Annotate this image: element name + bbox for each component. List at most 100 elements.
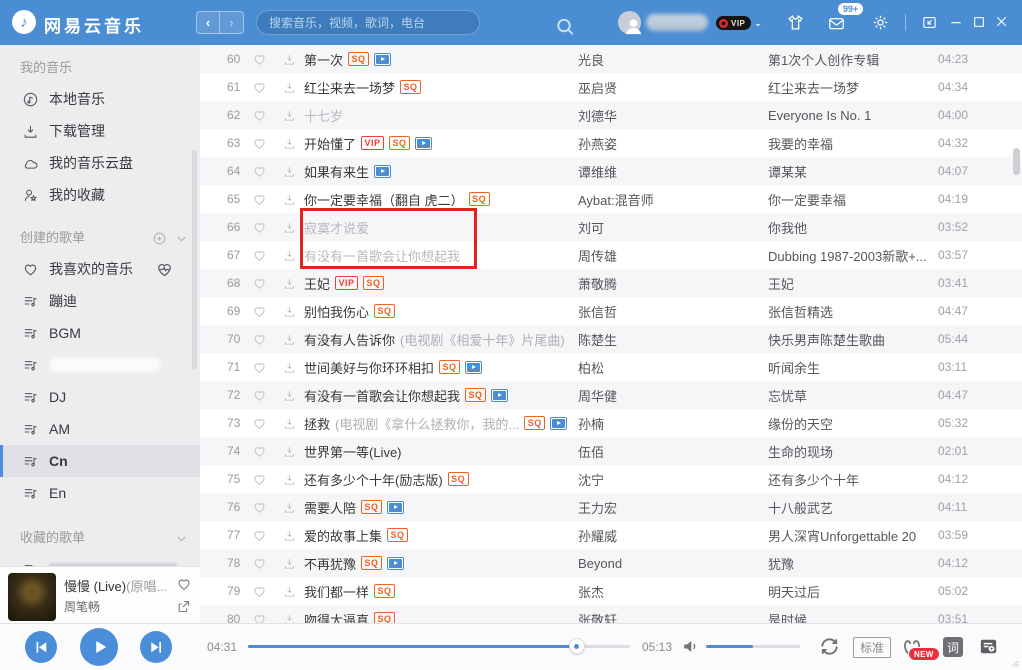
song-row-68[interactable]: 68王妃VIPSQ萧敬腾王妃03:41 [200,269,1022,297]
song-album[interactable]: 生命的现场 [768,442,938,461]
minimize-icon[interactable] [948,14,964,30]
download-icon[interactable] [282,136,297,151]
like-cell[interactable] [244,276,274,291]
like-cell[interactable] [244,584,274,599]
previous-button[interactable] [25,631,57,663]
playlist-item-partial[interactable] [0,553,200,566]
song-row-80[interactable]: 80吻得太逼真SQ张敬轩是时候03:51 [200,605,1022,623]
download-cell[interactable] [274,332,304,347]
like-cell[interactable] [244,220,274,235]
song-artist[interactable]: 刘德华 [578,106,768,125]
song-album[interactable]: 忘忧草 [768,386,938,405]
song-artist[interactable]: 张杰 [578,582,768,601]
song-row-61[interactable]: 61红尘来去一场梦SQ巫启贤红尘来去一场梦04:34 [200,73,1022,101]
like-cell[interactable] [244,332,274,347]
download-cell[interactable] [274,528,304,543]
song-artist[interactable]: 伍佰 [578,442,768,461]
like-icon[interactable] [252,360,267,375]
download-cell[interactable] [274,472,304,487]
mv-badge[interactable] [491,389,508,402]
like-icon[interactable] [252,612,267,624]
like-icon[interactable] [252,304,267,319]
like-icon[interactable] [252,416,267,431]
like-icon[interactable] [252,584,267,599]
progress-bar[interactable] [248,645,630,648]
lyrics-button[interactable]: 词 [943,637,963,657]
song-album[interactable]: 男人深宵Unforgettable 20 [768,526,938,545]
now-playing-panel[interactable]: 慢慢 (Live) (原唱... 周笔畅 [0,566,200,623]
song-row-71[interactable]: 71世间美好与你环环相扣SQ柏松听闻余生03:11 [200,353,1022,381]
sidebar-item-download-manage[interactable]: 下载管理 [0,115,200,147]
song-album[interactable]: 张信哲精选 [768,302,938,321]
like-cell[interactable] [244,556,274,571]
song-row-74[interactable]: 74世界第一等(Live)伍佰生命的现场02:01 [200,437,1022,465]
like-icon[interactable] [252,332,267,347]
download-icon[interactable] [282,276,297,291]
play-queue-icon[interactable] [977,635,1000,658]
song-album[interactable]: 听闻余生 [768,358,938,377]
song-row-62[interactable]: 62十七岁刘德华Everyone Is No. 104:00 [200,101,1022,129]
song-row-70[interactable]: 70有没有人告诉你 (电视剧《相爱十年》片尾曲)陈楚生快乐男声陈楚生歌曲05:4… [200,325,1022,353]
volume-slider[interactable] [706,645,800,648]
search-input[interactable] [269,16,454,30]
sidebar-item-cloud-disk[interactable]: 我的音乐云盘 [0,147,200,179]
download-cell[interactable] [274,220,304,235]
like-icon[interactable] [252,164,267,179]
song-row-65[interactable]: 65你一定要幸福（翻自 虎二）SQAybat:混音师你一定要幸福04:19 [200,185,1022,213]
song-row-76[interactable]: 76需要人陪SQ王力宏十八般武艺04:11 [200,493,1022,521]
download-icon[interactable] [282,360,297,375]
song-album[interactable]: 是时候 [768,610,938,624]
download-cell[interactable] [274,136,304,151]
resize-grip[interactable] [1006,654,1020,668]
download-cell[interactable] [274,612,304,624]
add-playlist-icon[interactable] [152,231,167,246]
download-icon[interactable] [282,164,297,179]
like-icon[interactable] [252,556,267,571]
caret-down-icon[interactable] [752,19,764,31]
back-button[interactable]: ‹ [196,11,220,34]
song-artist[interactable]: 光良 [578,50,768,69]
user-avatar[interactable] [618,11,641,34]
progress-handle[interactable] [569,638,585,654]
playlist-item-am[interactable]: AM [0,413,200,445]
sidebar-item-local-music[interactable]: 本地音乐 [0,83,200,115]
download-icon[interactable] [282,192,297,207]
song-album[interactable]: 第1次个人创作专辑 [768,50,938,69]
like-cell[interactable] [244,360,274,375]
song-album[interactable]: 你一定要幸福 [768,190,938,209]
song-row-75[interactable]: 75还有多少个十年(励志版)SQ沈宁还有多少个十年04:12 [200,465,1022,493]
download-cell[interactable] [274,584,304,599]
theme-skin-icon[interactable] [786,13,805,32]
download-icon[interactable] [282,332,297,347]
like-cell[interactable] [244,416,274,431]
download-icon[interactable] [282,248,297,263]
download-cell[interactable] [274,52,304,67]
now-playing-title[interactable]: 慢慢 (Live) (原唱... [64,576,166,595]
like-cell[interactable] [244,388,274,403]
like-cell[interactable] [244,136,274,151]
like-cell[interactable] [244,304,274,319]
playlist-item-en[interactable]: En [0,477,200,509]
mv-badge[interactable] [550,417,567,430]
song-album[interactable]: 红尘来去一场梦 [768,78,938,97]
song-artist[interactable]: 张信哲 [578,302,768,321]
song-artist[interactable]: 萧敬腾 [578,274,768,293]
song-artist[interactable]: Aybat:混音师 [578,190,768,209]
download-cell[interactable] [274,80,304,95]
loop-mode-icon[interactable] [818,635,841,658]
next-button[interactable] [140,631,172,663]
download-icon[interactable] [282,388,297,403]
song-album[interactable]: Dubbing 1987-2003新歌+... [768,246,938,265]
song-album[interactable]: 明天过后 [768,582,938,601]
download-icon[interactable] [282,584,297,599]
download-icon[interactable] [282,80,297,95]
song-album[interactable]: 你我他 [768,218,938,237]
song-row-60[interactable]: 60第一次SQ光良第1次个人创作专辑04:23 [200,45,1022,73]
mv-badge[interactable] [465,361,482,374]
song-album[interactable]: 快乐男声陈楚生歌曲 [768,330,938,349]
download-icon[interactable] [282,612,297,624]
song-artist[interactable]: 谭维维 [578,162,768,181]
like-icon[interactable] [252,444,267,459]
like-icon[interactable] [252,52,267,67]
like-icon[interactable] [252,388,267,403]
